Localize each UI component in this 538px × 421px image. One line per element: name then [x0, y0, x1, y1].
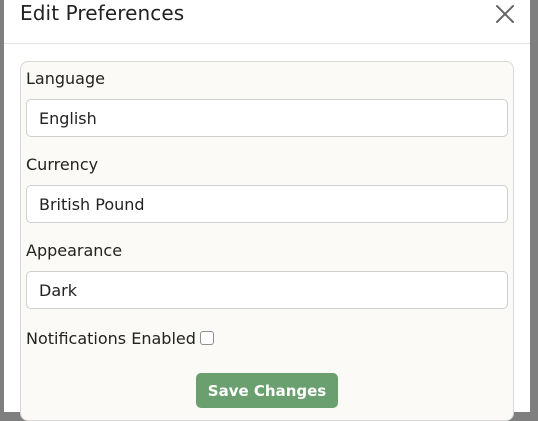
notifications-checkbox[interactable]: [199, 331, 214, 345]
preferences-form: Language Currency Appearance Notificatio…: [20, 61, 514, 421]
currency-input[interactable]: [26, 185, 508, 223]
notifications-label: Notifications Enabled: [26, 328, 196, 348]
modal-header: Edit Preferences: [4, 0, 530, 44]
close-icon: [496, 5, 514, 23]
appearance-input[interactable]: [26, 271, 508, 309]
edit-preferences-modal: Edit Preferences Language Currency Appea…: [4, 0, 530, 421]
appearance-label: Appearance: [26, 241, 123, 260]
close-button[interactable]: [494, 3, 516, 25]
language-input[interactable]: [26, 99, 508, 137]
save-changes-button[interactable]: Save Changes: [196, 373, 338, 408]
notifications-row: Notifications Enabled: [26, 327, 214, 349]
currency-label: Currency: [26, 155, 99, 174]
language-label: Language: [26, 69, 105, 88]
modal-title: Edit Preferences: [20, 1, 185, 25]
